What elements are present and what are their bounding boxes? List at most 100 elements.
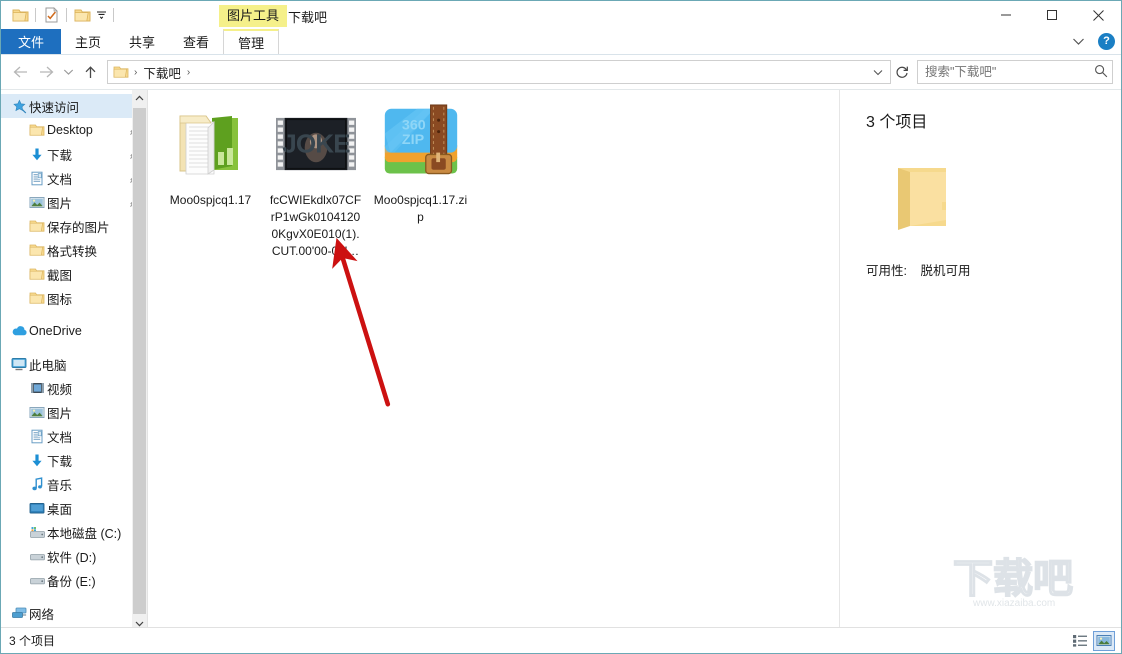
file-item[interactable]: 360 ZIP Moo0spjcq1.17.zip [372, 104, 469, 226]
title-bar: 图片工具 下载吧 [1, 1, 1121, 29]
documents-icon [27, 429, 47, 444]
folder-icon [884, 158, 960, 234]
window-controls [983, 1, 1121, 29]
scrollbar-thumb[interactable] [133, 108, 146, 614]
watermark: 下载吧 www.xiazaiba.com [949, 554, 1099, 610]
sidebar-item-network[interactable]: 网络 [1, 601, 147, 625]
sidebar-item-music[interactable]: 音乐 [1, 472, 147, 496]
help-icon[interactable]: ? [1098, 32, 1115, 50]
refresh-button[interactable] [891, 60, 913, 84]
address-bar[interactable]: › 下载吧 › [107, 60, 891, 84]
search-icon[interactable] [1094, 64, 1108, 81]
sidebar-label: Desktop [47, 123, 93, 137]
sidebar-item-desktop[interactable]: Desktop [1, 118, 147, 142]
ribbon-tab-bar: 文件 主页 共享 查看 管理 ? [1, 29, 1121, 54]
sidebar-item-saved-pictures[interactable]: 保存的图片 [1, 214, 147, 238]
qat-separator-3 [113, 8, 114, 22]
music-note-icon [27, 476, 47, 492]
scroll-up-icon[interactable] [132, 90, 147, 106]
sidebar-item-screenshots[interactable]: 截图 [1, 262, 147, 286]
forward-button[interactable] [33, 59, 59, 85]
sidebar-item-this-pc[interactable]: 此电脑 [1, 352, 147, 376]
sidebar-item-documents[interactable]: 文档 [1, 166, 147, 190]
close-button[interactable] [1075, 1, 1121, 29]
file-list-view[interactable]: Moo0spjcq1.17 JOKE fcCWIEkdlx07CFrP1wGk0… [148, 90, 839, 632]
file-item[interactable]: JOKE fcCWIEkdlx07CFrP1wGk01041200KgvX0E0… [267, 104, 364, 260]
download-arrow-icon [27, 147, 47, 162]
search-box[interactable] [917, 60, 1113, 84]
sidebar-item-downloads-pc[interactable]: 下载 [1, 448, 147, 472]
folder-icon[interactable] [71, 4, 93, 26]
details-title: 3 个项目 [866, 114, 928, 131]
contextual-tool-label: 图片工具 [219, 5, 288, 27]
tab-home[interactable]: 主页 [61, 29, 115, 54]
sidebar-item-onedrive[interactable]: OneDrive [1, 319, 147, 343]
file-item[interactable]: Moo0spjcq1.17 [162, 104, 259, 209]
status-item-count: 3 个项目 [9, 634, 56, 648]
sidebar-item-icons[interactable]: 图标 [1, 286, 147, 310]
thumbnail-view-icon[interactable] [1093, 630, 1115, 651]
sidebar-item-quick-access[interactable]: 快速访问 [1, 94, 147, 118]
watermark-text: 下载吧 [953, 557, 1073, 601]
video-filmstrip-icon: JOKE [275, 104, 356, 184]
back-button[interactable] [7, 59, 33, 85]
sidebar-label: 格式转换 [47, 244, 98, 259]
explorer-body: 快速访问 Desktop 下载 文档 图片 保存的图片 格式转换 截图 图标 O… [1, 89, 1121, 632]
tab-manage[interactable]: 管理 [223, 29, 280, 54]
breadcrumb-separator-2[interactable]: › [183, 67, 194, 78]
open-folder-icon [171, 104, 251, 184]
up-button[interactable] [77, 59, 103, 85]
list-view-icon[interactable] [1069, 631, 1091, 651]
tab-file[interactable]: 文件 [1, 29, 62, 54]
file-name: Moo0spjcq1.17.zip [373, 193, 468, 224]
properties-folder-icon[interactable] [9, 4, 31, 26]
sidebar-item-local-disk-c[interactable]: 本地磁盘 (C:) [1, 520, 147, 544]
address-dropdown-icon[interactable] [868, 69, 888, 76]
new-folder-check-icon[interactable] [40, 4, 62, 26]
tab-share[interactable]: 共享 [115, 29, 169, 54]
zip-archive-360-icon: 360 ZIP [381, 104, 461, 184]
pictures-icon [27, 406, 47, 419]
sidebar-label: 下载 [47, 454, 73, 469]
scrollbar-track[interactable] [132, 106, 147, 616]
sidebar-item-downloads[interactable]: 下载 [1, 142, 147, 166]
sidebar-label: 备份 (E:) [47, 574, 96, 589]
star-pin-icon [9, 99, 29, 114]
qat-separator-1 [35, 8, 36, 22]
sidebar-label: 视频 [47, 382, 73, 397]
sidebar-scrollbar[interactable] [132, 90, 147, 632]
folder-icon [27, 291, 47, 305]
tab-view[interactable]: 查看 [169, 29, 223, 54]
sidebar-item-drive-e[interactable]: 备份 (E:) [1, 568, 147, 592]
sidebar-item-desktop-pc[interactable]: 桌面 [1, 496, 147, 520]
sidebar-label: OneDrive [29, 324, 82, 338]
quick-access-dropdown-icon[interactable] [93, 4, 109, 26]
recent-locations-icon[interactable] [59, 59, 77, 85]
sidebar-label: 桌面 [47, 502, 73, 517]
chevron-down-icon[interactable] [1068, 31, 1088, 51]
svg-text:JOKE: JOKE [282, 129, 350, 159]
desktop-icon [27, 502, 47, 515]
sidebar-label: 文档 [47, 430, 73, 445]
sidebar-item-videos[interactable]: 视频 [1, 376, 147, 400]
sidebar-item-format-convert[interactable]: 格式转换 [1, 238, 147, 262]
breadcrumb-item-0[interactable]: 下载吧 [141, 63, 183, 82]
file-name: Moo0spjcq1.17 [169, 193, 252, 207]
ribbon-right-controls: ? [1068, 31, 1115, 51]
navigation-pane: 快速访问 Desktop 下载 文档 图片 保存的图片 格式转换 截图 图标 O… [1, 90, 147, 632]
sidebar-item-drive-d[interactable]: 软件 (D:) [1, 544, 147, 568]
sidebar-item-documents-pc[interactable]: 文档 [1, 424, 147, 448]
drive-icon [27, 551, 47, 562]
minimize-button[interactable] [983, 1, 1029, 29]
status-bar: 3 个项目 [1, 627, 1121, 653]
sidebar-item-pictures[interactable]: 图片 [1, 190, 147, 214]
maximize-button[interactable] [1029, 1, 1075, 29]
this-pc-monitor-icon [9, 357, 29, 371]
address-bar-row: › 下载吧 › [1, 55, 1121, 89]
details-pane: 3 个项目 可用性: 脱机可用 下载吧 www.xiazaiba.com [839, 90, 1121, 632]
sidebar-label: 图片 [47, 406, 73, 421]
sidebar-item-pictures-pc[interactable]: 图片 [1, 400, 147, 424]
sidebar-label: 截图 [47, 268, 73, 283]
sidebar-label: 快速访问 [29, 100, 80, 115]
search-input[interactable] [925, 65, 1094, 79]
